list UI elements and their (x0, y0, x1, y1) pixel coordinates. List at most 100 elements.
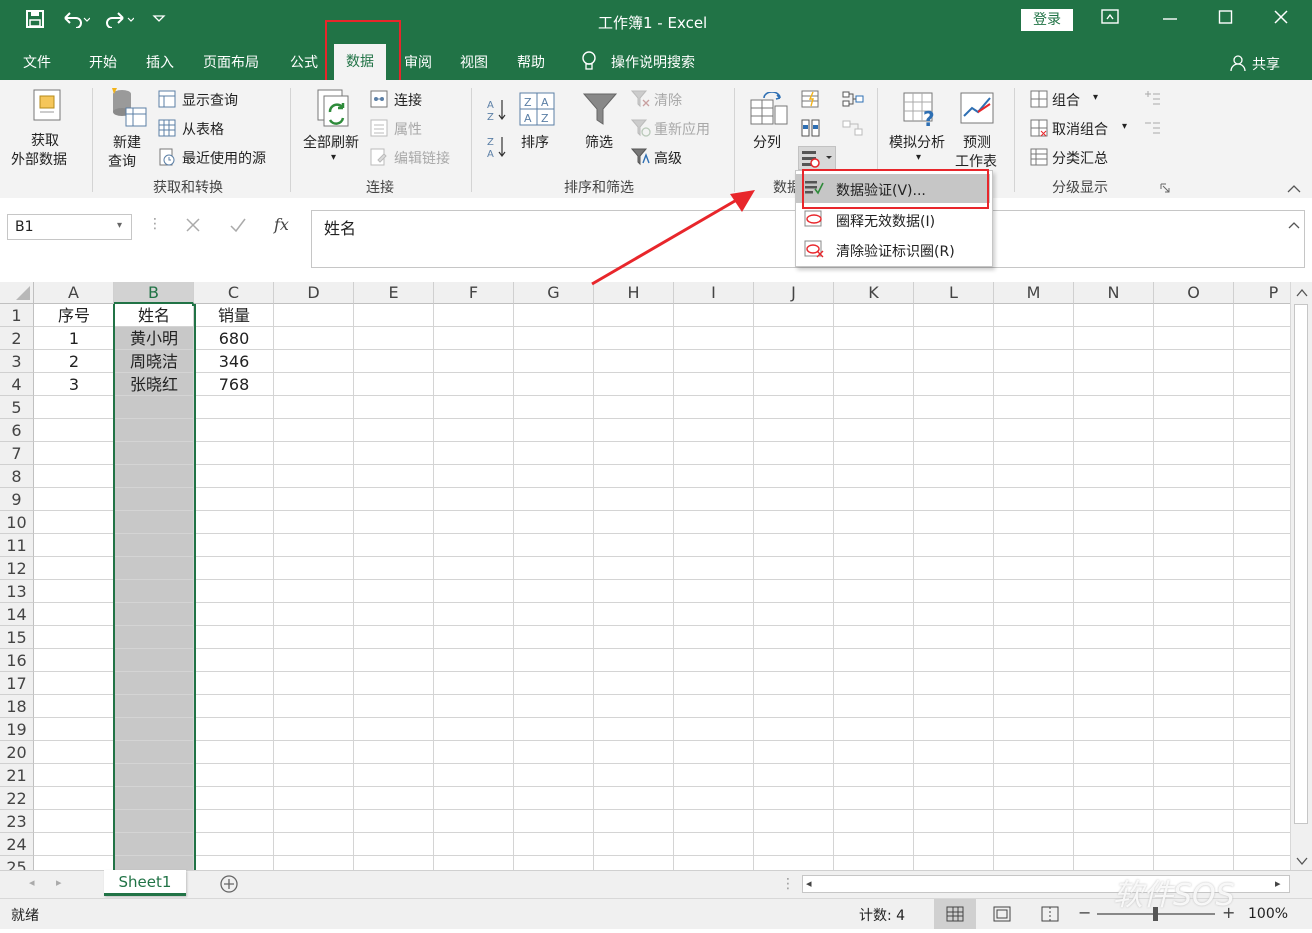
cell-a3[interactable]: 2 (34, 350, 114, 373)
cell-c1[interactable]: 销量 (194, 304, 274, 327)
advanced-button[interactable]: 高级 (654, 148, 682, 168)
zoom-out-button[interactable]: − (1078, 903, 1091, 922)
row-header-9[interactable]: 9 (0, 488, 34, 511)
confirm-entry-icon[interactable] (229, 217, 247, 237)
name-box-dropdown-icon[interactable]: ▾ (117, 220, 122, 231)
consolidate-icon[interactable] (842, 90, 864, 112)
group-dropdown-icon[interactable]: ▾ (1093, 92, 1098, 103)
column-header-o[interactable]: O (1154, 282, 1234, 304)
remove-duplicates-icon[interactable] (801, 119, 821, 141)
vertical-scrollbar[interactable] (1290, 282, 1312, 870)
add-sheet-icon[interactable] (219, 874, 239, 898)
connections-button[interactable]: 连接 (394, 90, 422, 110)
prev-sheet-icon[interactable]: ◂ (29, 876, 35, 889)
row-header-15[interactable]: 15 (0, 626, 34, 649)
zoom-level[interactable]: 100% (1248, 906, 1288, 922)
new-query-line1[interactable]: 新建 (113, 132, 141, 152)
next-sheet-icon[interactable]: ▸ (56, 876, 62, 889)
column-header-f[interactable]: F (434, 282, 514, 304)
dialog-launcher-icon[interactable] (1160, 181, 1170, 197)
page-break-view-icon[interactable] (1041, 906, 1059, 926)
column-header-d[interactable]: D (274, 282, 354, 304)
column-header-l[interactable]: L (914, 282, 994, 304)
recent-sources-button[interactable]: 最近使用的源 (182, 148, 266, 168)
forecast-line2[interactable]: 工作表 (955, 151, 997, 171)
ungroup-button[interactable]: 取消组合 (1052, 119, 1108, 139)
share-button[interactable]: 共享 (1252, 54, 1280, 74)
insert-function-button[interactable]: fx (274, 215, 289, 234)
sheet-tab-sheet1[interactable]: Sheet1 (104, 870, 186, 896)
row-header-6[interactable]: 6 (0, 419, 34, 442)
ungroup-dropdown-icon[interactable]: ▾ (1122, 121, 1127, 132)
column-header-n[interactable]: N (1074, 282, 1154, 304)
row-header-11[interactable]: 11 (0, 534, 34, 557)
row-header-7[interactable]: 7 (0, 442, 34, 465)
spreadsheet-grid[interactable]: ABCDEFGHIJKLMNOP 1 2 3 4 5 6 7 8 9 10 11 12 13 14 15 16… (0, 282, 1290, 870)
row-header-25[interactable]: 25 (0, 856, 34, 870)
row-header-2[interactable]: 2 (0, 327, 34, 350)
minimize-icon[interactable] (1162, 8, 1178, 31)
tab-insert[interactable]: 插入 (146, 52, 174, 72)
row-header-24[interactable]: 24 (0, 833, 34, 856)
sort-ascending-icon[interactable]: AZ (487, 98, 507, 126)
cell-c2[interactable]: 680 (194, 327, 274, 350)
vertical-scroll-thumb[interactable] (1294, 304, 1308, 824)
column-header-j[interactable]: J (754, 282, 834, 304)
cancel-entry-icon[interactable] (185, 217, 201, 237)
forecast-line1[interactable]: 预测 (963, 132, 991, 152)
column-header-a[interactable]: A (34, 282, 114, 304)
refresh-all-button[interactable]: 全部刷新 (303, 132, 359, 152)
login-button[interactable]: 登录 (1021, 9, 1073, 31)
row-header-23[interactable]: 23 (0, 810, 34, 833)
tab-review[interactable]: 审阅 (404, 52, 432, 72)
customize-qat-icon[interactable] (152, 10, 166, 29)
row-header-12[interactable]: 12 (0, 557, 34, 580)
row-header-20[interactable]: 20 (0, 741, 34, 764)
get-external-data-line1[interactable]: 获取 (31, 130, 59, 150)
row-header-21[interactable]: 21 (0, 764, 34, 787)
row-header-1[interactable]: 1 (0, 304, 34, 327)
what-if-dropdown-icon[interactable]: ▾ (916, 152, 921, 163)
undo-icon[interactable] (62, 10, 91, 32)
cell-c3[interactable]: 346 (194, 350, 274, 373)
normal-view-button[interactable] (934, 899, 976, 929)
sort-descending-icon[interactable]: ZA (487, 135, 507, 163)
expand-formula-bar-icon[interactable] (1288, 218, 1300, 234)
row-header-10[interactable]: 10 (0, 511, 34, 534)
tell-me-search[interactable]: 操作说明搜索 (611, 52, 695, 72)
row-header-14[interactable]: 14 (0, 603, 34, 626)
maximize-icon[interactable] (1218, 8, 1234, 31)
cell-b4[interactable]: 张晓红 (114, 373, 194, 396)
tab-formulas[interactable]: 公式 (290, 52, 318, 72)
column-header-k[interactable]: K (834, 282, 914, 304)
tab-home[interactable]: 开始 (89, 52, 117, 72)
row-header-3[interactable]: 3 (0, 350, 34, 373)
scroll-down-icon[interactable] (1296, 854, 1308, 870)
column-header-e[interactable]: E (354, 282, 434, 304)
refresh-all-dropdown-icon[interactable]: ▾ (331, 152, 336, 163)
new-query-line2[interactable]: 查询 (108, 151, 136, 171)
row-header-17[interactable]: 17 (0, 672, 34, 695)
tab-page-layout[interactable]: 页面布局 (203, 52, 259, 72)
select-all-corner[interactable] (0, 282, 34, 304)
name-box[interactable]: B1 ▾ (7, 214, 132, 240)
filter-button[interactable]: 筛选 (585, 132, 613, 152)
row-header-8[interactable]: 8 (0, 465, 34, 488)
flash-fill-icon[interactable] (801, 90, 821, 112)
cell-a2[interactable]: 1 (34, 327, 114, 350)
sort-button[interactable]: 排序 (521, 132, 549, 152)
tab-file[interactable]: 文件 (23, 52, 51, 72)
redo-icon[interactable] (106, 10, 135, 32)
what-if-analysis-button[interactable]: 模拟分析 (889, 132, 945, 152)
cell-c4[interactable]: 768 (194, 373, 274, 396)
cell-b2[interactable]: 黄小明 (114, 327, 194, 350)
text-to-columns-button[interactable]: 分列 (753, 132, 781, 152)
split-dots-icon[interactable]: ⋮ (781, 876, 795, 892)
page-layout-view-icon[interactable] (993, 906, 1011, 926)
cell-a1[interactable]: 序号 (34, 304, 114, 327)
scroll-left-icon[interactable]: ◂ (806, 877, 812, 890)
group-button[interactable]: 组合 (1052, 90, 1080, 110)
scroll-right-icon[interactable]: ▸ (1275, 877, 1281, 890)
close-icon[interactable] (1273, 8, 1289, 31)
column-header-m[interactable]: M (994, 282, 1074, 304)
